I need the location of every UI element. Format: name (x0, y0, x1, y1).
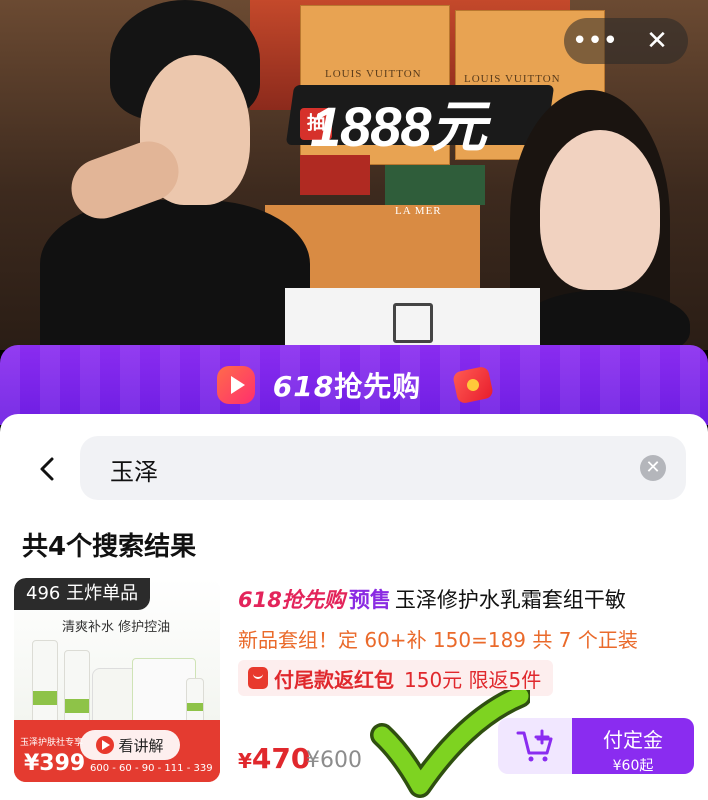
buy-label: 付定金 (603, 728, 663, 752)
promo-title-text: 抢先购 (334, 370, 422, 403)
box-brand: LA MER (395, 205, 442, 217)
product-box (285, 288, 540, 350)
image-subtitle: 清爽补水 修护控油 (62, 620, 171, 635)
clear-icon[interactable]: ✕ (640, 455, 666, 481)
image-small-text: 玉泽护肤社专享 (20, 738, 84, 748)
cart-icon (516, 729, 553, 762)
redpack-badge: 付尾款返红包 150元 限返5件 (238, 660, 554, 696)
host-body (40, 200, 310, 350)
current-price: ¥470 (238, 742, 310, 775)
product-image[interactable]: 清爽补水 修护控油 496 王炸单品 玉泽护肤社专享 ¥399 600 - 60… (14, 578, 220, 782)
image-steps: 600 - 60 - 90 - 111 - 339 (90, 763, 213, 774)
cohost-face (540, 130, 660, 290)
gift-box (385, 165, 485, 205)
live-play-icon (216, 366, 255, 404)
back-arrow-icon[interactable] (34, 456, 60, 482)
play-icon (96, 736, 115, 754)
search-panel: 玉泽 ✕ 共4个搜索结果 清爽补水 修护控油 496 王炸单品 玉泽护肤社专享 … (0, 414, 708, 800)
close-icon[interactable]: ✕ (626, 18, 688, 64)
promo-banner[interactable]: 618抢先购 (0, 345, 708, 425)
deposit-amount: ¥60起 (612, 758, 654, 774)
add-to-cart-button[interactable] (498, 718, 572, 774)
bottle (186, 678, 204, 724)
title-618-tag: 618抢先购 (238, 588, 345, 612)
product-name: 玉泽修护水乳霜套组干敏 (394, 588, 626, 612)
promo-title-num: 618 (272, 370, 335, 403)
promo-title: 618抢先购 (273, 365, 421, 405)
redpack-label: 付尾款返红包 (274, 667, 394, 692)
result-count: 共4个搜索结果 (22, 532, 197, 562)
bag-brand: LOUIS VUITTON (325, 68, 422, 80)
image-tag: 496 王炸单品 (14, 578, 151, 610)
search-input[interactable]: 玉泽 ✕ (80, 436, 686, 500)
red-envelope-icon (248, 667, 268, 689)
pay-deposit-button[interactable]: 付定金 ¥60起 (572, 718, 694, 774)
brand-logo (392, 303, 433, 343)
presale-tag: 预售 (348, 588, 391, 612)
top-controls: ••• ✕ (564, 18, 688, 64)
search-query: 玉泽 (110, 458, 158, 486)
watch-label: 看讲解 (118, 736, 164, 755)
more-dots-icon[interactable]: ••• (564, 18, 626, 64)
price-value: 470 (251, 742, 311, 775)
prize-amount: 1888元 (310, 95, 487, 158)
watch-explain-button[interactable]: 看讲解 (80, 730, 180, 760)
price-currency: ¥ (238, 749, 252, 773)
original-price: ¥600 (306, 748, 362, 773)
image-price: ¥399 (24, 751, 86, 776)
redpack-detail: 150元 限返5件 (404, 667, 542, 692)
product-title[interactable]: 618抢先购 预售 玉泽修护水乳霜套组干敏 (238, 584, 626, 614)
live-video[interactable]: LOUIS VUITTON LOUIS VUITTON LA MER 抽 188… (0, 0, 708, 350)
red-envelope-icon (452, 365, 495, 405)
promo-line: 新品套组！定 60+补 150=189 共 7 个正装 (238, 628, 638, 652)
